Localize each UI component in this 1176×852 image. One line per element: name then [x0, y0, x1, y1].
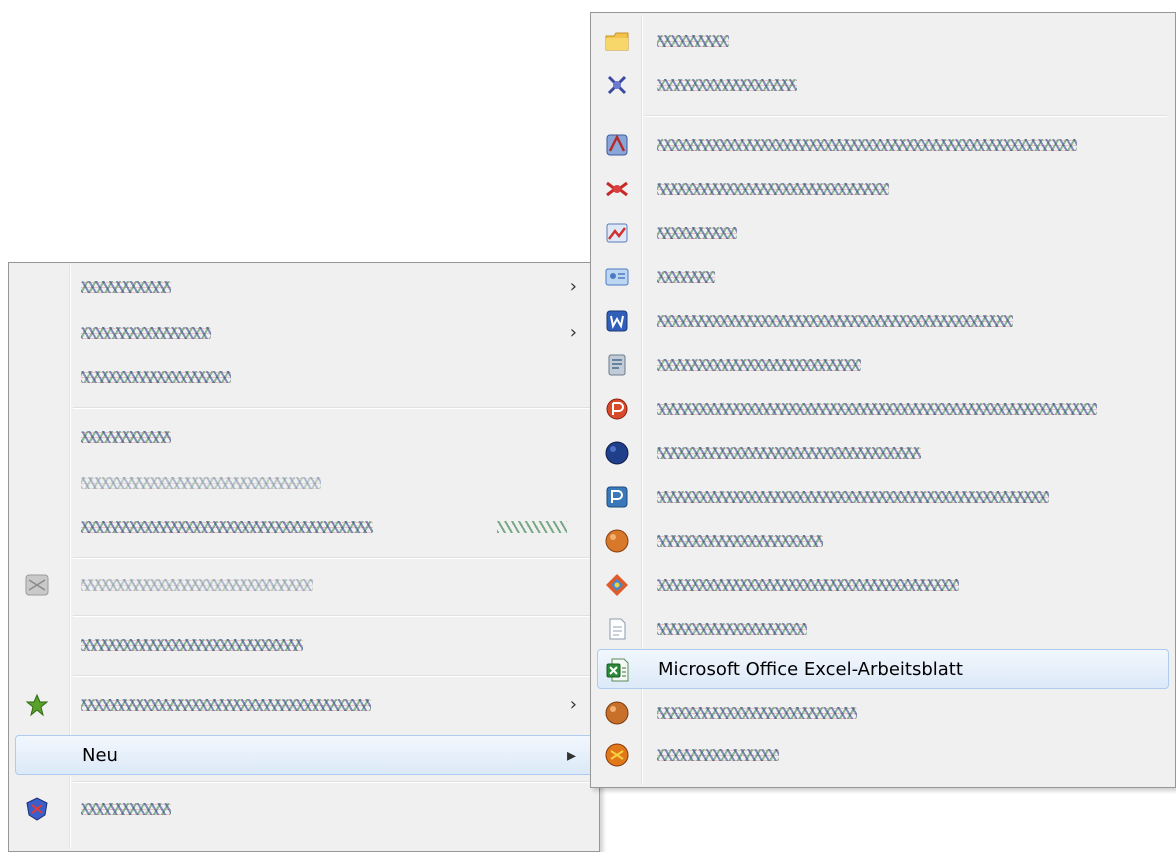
submenu-item-10[interactable] [597, 433, 1169, 473]
bitmap-icon [603, 219, 631, 247]
submenu-item-17[interactable] [597, 735, 1169, 775]
submenu-item-9[interactable] [597, 389, 1169, 429]
submenu-item-8[interactable] [597, 345, 1169, 385]
powerpoint-icon [603, 395, 631, 423]
submenu-item-label [657, 403, 1097, 415]
orange-ball-icon [603, 699, 631, 727]
shortcut-icon [603, 71, 631, 99]
journal-icon [603, 351, 631, 379]
contact-icon [603, 263, 631, 291]
submenu-item-label [657, 359, 861, 371]
submenu-item-14[interactable] [597, 609, 1169, 649]
submenu-arrow-icon: › [569, 322, 577, 343]
submenu-item-13[interactable] [597, 565, 1169, 605]
access-db-icon [603, 131, 631, 159]
menu-separator [645, 115, 1167, 117]
menu-separator [73, 675, 591, 677]
submenu-arrow-icon: ▸ [566, 745, 576, 766]
submenu-item-label [657, 183, 889, 195]
green-star-icon [23, 691, 51, 719]
submenu-item-label [657, 749, 779, 761]
menu-item-8[interactable] [15, 625, 593, 665]
menu-item-label [81, 579, 313, 591]
submenu-item-label [657, 491, 1049, 503]
menu-item-label [81, 639, 303, 651]
submenu-item-label [657, 79, 797, 91]
menu-item-7[interactable] [15, 565, 593, 605]
excel-icon [604, 656, 632, 684]
submenu-item-folder[interactable] [597, 21, 1169, 61]
submenu-item-4[interactable] [597, 169, 1169, 209]
menu-separator [73, 781, 591, 783]
grey-app-icon [23, 571, 51, 599]
submenu-item-label [657, 535, 823, 547]
text-doc-icon [603, 615, 631, 643]
menu-item-5[interactable] [15, 463, 593, 503]
submenu-item-16[interactable] [597, 693, 1169, 733]
submenu-item-label [657, 623, 807, 635]
new-submenu: Microsoft Office Excel-Arbeitsblatt [590, 12, 1176, 788]
multicolor-app-icon [603, 571, 631, 599]
submenu-item-7[interactable] [597, 301, 1169, 341]
menu-item-label [81, 803, 171, 815]
submenu-item-12[interactable] [597, 521, 1169, 561]
menu-item-2[interactable]: › [15, 313, 593, 353]
submenu-item-3[interactable] [597, 125, 1169, 165]
submenu-arrow-icon: › [569, 694, 577, 715]
folder-icon [603, 27, 631, 55]
menu-separator [73, 557, 591, 559]
submenu-item-excel-worksheet[interactable]: Microsoft Office Excel-Arbeitsblatt [597, 649, 1169, 689]
submenu-item-11[interactable] [597, 477, 1169, 517]
red-app-icon [603, 175, 631, 203]
shortcut-scribble [497, 521, 567, 533]
submenu-item-6[interactable] [597, 257, 1169, 297]
submenu-item-label [657, 579, 959, 591]
menu-item-4[interactable] [15, 417, 593, 457]
submenu-item-5[interactable] [597, 213, 1169, 253]
menu-item-label [81, 521, 373, 533]
submenu-item-label [657, 35, 729, 47]
menu-item-label [81, 431, 171, 443]
menu-item-label [81, 371, 231, 383]
submenu-item-label [657, 447, 921, 459]
shield-app-icon [23, 795, 51, 823]
submenu-item-shortcut[interactable] [597, 65, 1169, 105]
word-doc-icon [603, 307, 631, 335]
menu-item-3[interactable] [15, 357, 593, 397]
menu-separator [73, 615, 591, 617]
submenu-item-label-excel: Microsoft Office Excel-Arbeitsblatt [658, 659, 963, 680]
submenu-item-label [657, 227, 737, 239]
submenu-item-label [657, 139, 1077, 151]
context-menu: › › › Neu ▸ [8, 262, 600, 852]
submenu-item-label [657, 315, 1013, 327]
menu-separator [73, 407, 591, 409]
menu-item-label [81, 327, 211, 339]
zip-icon [603, 741, 631, 769]
blue-ball-icon [603, 439, 631, 467]
orange-ball-icon [603, 527, 631, 555]
menu-item-label [81, 699, 371, 711]
menu-item-6[interactable] [15, 507, 593, 547]
submenu-item-label [657, 271, 715, 283]
publisher-icon [603, 483, 631, 511]
submenu-item-label [657, 707, 857, 719]
menu-item-label [81, 477, 321, 489]
menu-item-9[interactable]: › [15, 685, 593, 725]
submenu-arrow-icon: › [569, 276, 577, 297]
menu-item-11[interactable] [15, 789, 593, 829]
menu-item-1[interactable]: › [15, 267, 593, 307]
menu-item-label [81, 281, 171, 293]
menu-item-new[interactable]: Neu ▸ [15, 735, 593, 775]
menu-item-label-new: Neu [82, 745, 118, 766]
